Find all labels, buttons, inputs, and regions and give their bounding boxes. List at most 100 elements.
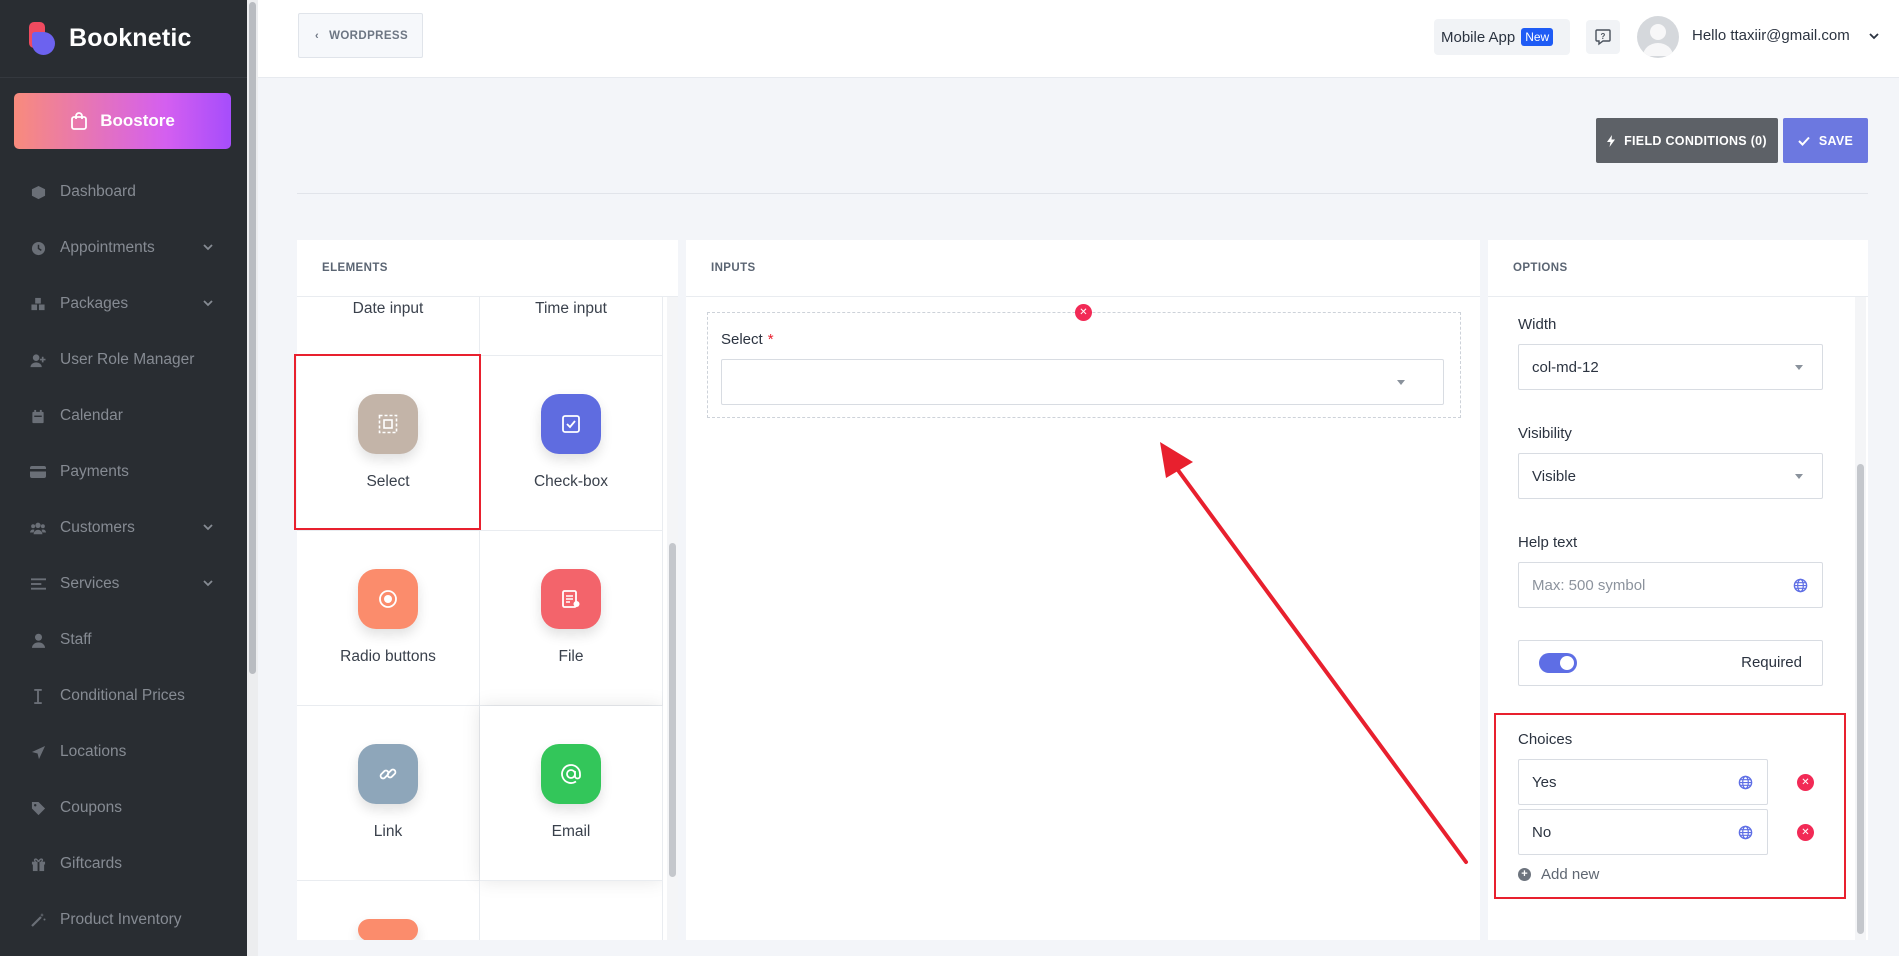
chevron-down-icon	[203, 524, 213, 531]
sidebar-item-label: Customers	[60, 519, 135, 536]
visibility-label: Visibility	[1518, 425, 1572, 442]
user-avatar-icon	[1643, 24, 1673, 56]
avatar[interactable]	[1637, 16, 1679, 58]
help-button[interactable]: ?	[1586, 20, 1620, 54]
sidebar-item-label: Conditional Prices	[60, 687, 185, 704]
back-to-wordpress-button[interactable]: ‹ WORDPRESS	[298, 13, 423, 58]
sidebar-item-label: Appointments	[60, 239, 155, 256]
element-link[interactable]: Link	[297, 706, 480, 881]
options-scrollbar[interactable]	[1855, 297, 1866, 940]
required-toggle[interactable]	[1539, 653, 1577, 673]
element-email[interactable]: Email	[480, 706, 663, 881]
element-file[interactable]: File	[480, 531, 663, 706]
remove-input-icon[interactable]: ✕	[1075, 304, 1092, 321]
sidebar-item-label: Locations	[60, 743, 127, 760]
sidebar-item-label: Product Inventory	[60, 911, 182, 928]
brand[interactable]: Booknetic	[0, 0, 247, 78]
credit-card-icon	[30, 464, 46, 480]
booknetic-logo-icon	[29, 21, 55, 56]
sidebar-nav: Dashboard Appointments Packages User Role M…	[0, 164, 247, 948]
element-label: Link	[373, 823, 403, 840]
email-at-icon	[541, 744, 601, 804]
sidebar-item-calendar[interactable]: Calendar	[0, 388, 247, 444]
partial-element-icon	[358, 919, 418, 940]
sidebar-item-locations[interactable]: Locations	[0, 724, 247, 780]
select-input-block[interactable]: ✕ Select *	[707, 304, 1461, 418]
cursor-icon	[30, 688, 46, 704]
sidebar-item-label: Services	[60, 575, 120, 592]
field-conditions-label: FIELD CONDITIONS (0)	[1624, 133, 1767, 148]
options-title: OPTIONS	[1488, 240, 1868, 297]
chevron-down-icon	[203, 580, 213, 587]
select-dropdown[interactable]	[721, 359, 1444, 405]
caret-down-icon	[1795, 365, 1803, 370]
width-select[interactable]: col-md-12	[1518, 344, 1823, 390]
element-label: Time input	[535, 300, 607, 317]
packages-icon	[30, 296, 46, 312]
gift-icon	[30, 856, 46, 872]
sidebar-item-appointments[interactable]: Appointments	[0, 220, 247, 276]
link-element-icon	[358, 744, 418, 804]
element-time-input[interactable]: Time input	[480, 297, 663, 356]
shopping-bag-icon	[71, 112, 88, 130]
caret-down-icon	[1397, 380, 1405, 385]
select-highlight-box	[294, 354, 481, 530]
sidebar-item-services[interactable]: Services	[0, 556, 247, 612]
chevron-down-icon[interactable]	[1869, 31, 1879, 41]
width-value: col-md-12	[1532, 358, 1599, 376]
element-radio-buttons[interactable]: Radio buttons	[297, 531, 480, 706]
sidebar-item-payments[interactable]: Payments	[0, 444, 247, 500]
check-icon	[1798, 136, 1810, 146]
sidebar-scrollbar[interactable]	[247, 0, 258, 956]
caret-down-icon	[1795, 474, 1803, 479]
calendar-icon	[30, 408, 46, 424]
elements-scrollbar[interactable]	[667, 297, 678, 940]
back-label: WORDPRESS	[329, 29, 409, 42]
svg-text:?: ?	[1601, 32, 1606, 41]
element-label: Check-box	[533, 473, 609, 490]
sidebar-item-label: Calendar	[60, 407, 123, 424]
save-button[interactable]: SAVE	[1783, 118, 1868, 163]
element-partial[interactable]	[297, 881, 480, 940]
clock-icon	[30, 240, 46, 256]
visibility-value: Visible	[1532, 467, 1576, 485]
boostore-button[interactable]: Boostore	[14, 93, 231, 149]
sidebar-item-label: Payments	[60, 463, 129, 480]
list-icon	[30, 576, 46, 592]
sidebar-item-giftcards[interactable]: Giftcards	[0, 836, 247, 892]
sidebar-item-conditional-prices[interactable]: Conditional Prices	[0, 668, 247, 724]
help-text-input[interactable]: Max: 500 symbol	[1518, 562, 1823, 608]
sidebar-item-user-role-manager[interactable]: User Role Manager	[0, 332, 247, 388]
user-icon	[30, 632, 46, 648]
sidebar-item-label: Coupons	[60, 799, 123, 816]
help-chat-icon: ?	[1595, 29, 1611, 46]
required-asterisk: *	[767, 331, 774, 348]
magic-wand-icon	[30, 912, 46, 928]
sidebar-item-label: Giftcards	[60, 855, 123, 872]
sidebar-item-staff[interactable]: Staff	[0, 612, 247, 668]
inputs-panel: INPUTS ✕ Select *	[686, 240, 1480, 940]
sidebar-item-coupons[interactable]: Coupons	[0, 780, 247, 836]
mobile-app-button[interactable]: Mobile App New	[1434, 19, 1570, 55]
help-text-placeholder: Max: 500 symbol	[1532, 576, 1646, 594]
globe-icon[interactable]	[1793, 578, 1808, 593]
visibility-select[interactable]: Visible	[1518, 453, 1823, 499]
width-label: Width	[1518, 316, 1557, 333]
element-checkbox[interactable]: Check-box	[480, 356, 663, 531]
tag-icon	[30, 800, 46, 816]
element-date-input[interactable]: Date input	[297, 297, 480, 356]
sidebar-item-product-inventory[interactable]: Product Inventory	[0, 892, 247, 948]
mobile-app-label: Mobile App	[1441, 28, 1516, 46]
field-conditions-button[interactable]: FIELD CONDITIONS (0)	[1596, 118, 1778, 163]
save-label: SAVE	[1818, 133, 1854, 148]
sidebar-item-dashboard[interactable]: Dashboard	[0, 164, 247, 220]
checkbox-element-icon	[541, 394, 601, 454]
sidebar-item-packages[interactable]: Packages	[0, 276, 247, 332]
sidebar-item-customers[interactable]: Customers	[0, 500, 247, 556]
divider	[297, 193, 1868, 194]
sidebar-item-label: User Role Manager	[60, 351, 195, 368]
user-greeting[interactable]: Hello ttaxiir@gmail.com	[1692, 27, 1850, 44]
topbar: ‹ WORDPRESS Mobile App New ? Hello ttaxi…	[258, 0, 1899, 78]
chevron-down-icon	[203, 300, 213, 307]
chevron-down-icon	[203, 244, 213, 251]
